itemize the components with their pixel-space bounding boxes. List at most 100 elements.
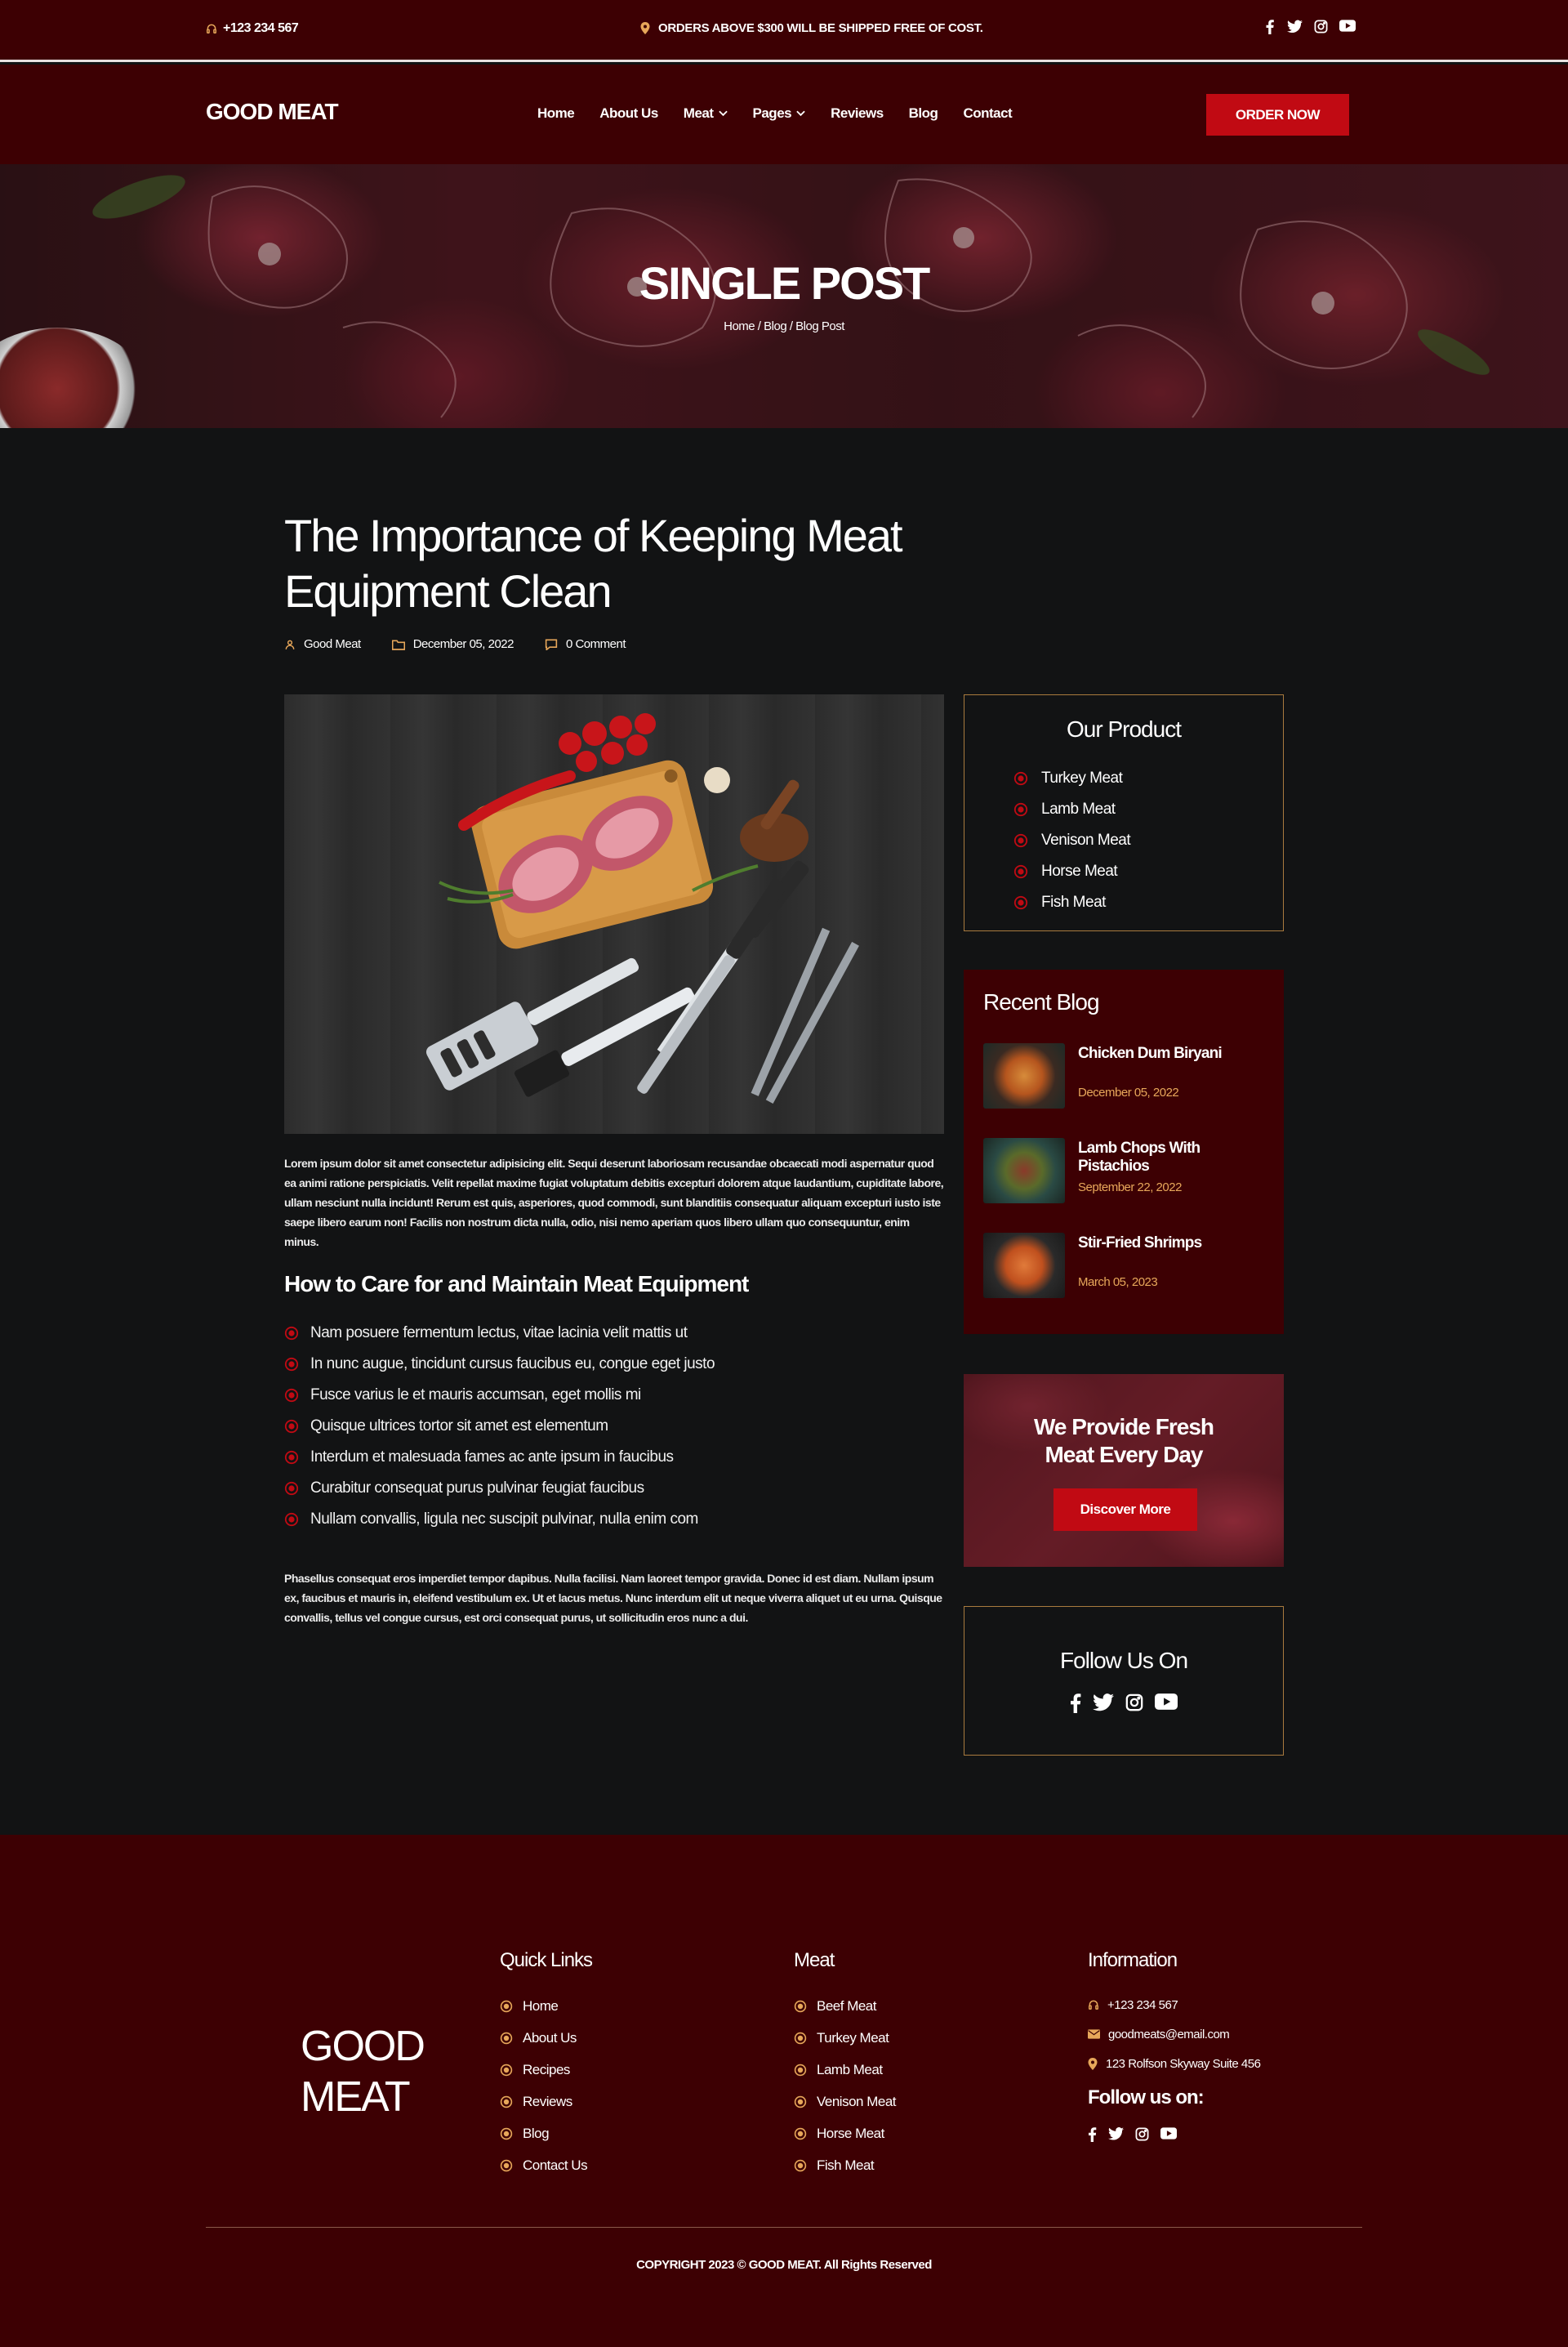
recent-blog-item[interactable]: Stir-Fried Shrimps March 05, 2023 bbox=[983, 1233, 1269, 1298]
post-subheading: How to Care for and Maintain Meat Equipm… bbox=[284, 1271, 749, 1296]
circle-dot-icon bbox=[794, 2064, 807, 2076]
post-meta: Good Meat December 05, 2022 0 Comment bbox=[284, 637, 626, 651]
footer-link-reviews[interactable]: Reviews bbox=[500, 2086, 592, 2117]
list-item-text: Nullam convallis, ligula nec suscipit pu… bbox=[310, 1510, 698, 1528]
footer-link-label: Recipes bbox=[523, 2061, 570, 2077]
product-list: Turkey Meat Lamb Meat Venison Meat Horse… bbox=[1013, 763, 1131, 918]
circle-dot-icon bbox=[284, 1326, 299, 1341]
topbar-phone-text: +123 234 567 bbox=[223, 21, 299, 35]
order-now-button[interactable]: ORDER NOW bbox=[1206, 94, 1349, 136]
nav-item-pages[interactable]: Pages bbox=[753, 105, 806, 122]
nav-item-home[interactable]: Home bbox=[537, 105, 575, 122]
promo-heading-line: We Provide Fresh bbox=[1033, 1414, 1214, 1439]
footer-link-fish[interactable]: Fish Meat bbox=[794, 2149, 896, 2181]
list-item: In nunc augue, tincidunt cursus faucibus… bbox=[284, 1349, 715, 1380]
instagram-icon[interactable] bbox=[1125, 1693, 1143, 1711]
footer-social-icons bbox=[1088, 2127, 1260, 2142]
recent-blog-thumbnail bbox=[983, 1138, 1065, 1203]
footer-link-horse[interactable]: Horse Meat bbox=[794, 2117, 896, 2149]
footer-link-home[interactable]: Home bbox=[500, 1990, 592, 2022]
product-link-label: Lamb Meat bbox=[1041, 801, 1116, 818]
footer-link-label: Venison Meat bbox=[817, 2093, 897, 2109]
twitter-icon[interactable] bbox=[1287, 20, 1303, 33]
youtube-icon[interactable] bbox=[1155, 1693, 1178, 1710]
product-link[interactable]: Turkey Meat bbox=[1013, 763, 1130, 794]
nav-item-reviews[interactable]: Reviews bbox=[831, 105, 884, 122]
footer-email[interactable]: goodmeats@email.com bbox=[1088, 2019, 1260, 2049]
nav-item-meat[interactable]: Meat bbox=[684, 105, 728, 122]
widget-title: Recent Blog bbox=[983, 989, 1100, 1015]
footer-link-contact[interactable]: Contact Us bbox=[500, 2149, 592, 2181]
footer-link-label: Reviews bbox=[523, 2093, 572, 2109]
footer-link-turkey[interactable]: Turkey Meat bbox=[794, 2022, 896, 2054]
breadcrumb[interactable]: Home / Blog / Blog Post bbox=[0, 319, 1568, 333]
recent-blog-thumbnail bbox=[983, 1043, 1065, 1109]
youtube-icon[interactable] bbox=[1160, 2127, 1177, 2140]
circle-dot-icon bbox=[794, 2032, 807, 2044]
recent-blog-item[interactable]: Chicken Dum Biryani December 05, 2022 bbox=[983, 1043, 1269, 1109]
twitter-icon[interactable] bbox=[1093, 1693, 1114, 1711]
footer-link-label: Home bbox=[523, 1997, 559, 2014]
facebook-icon[interactable] bbox=[1070, 1693, 1081, 1713]
footer-link-label: Lamb Meat bbox=[817, 2061, 883, 2077]
nav-item-label: Contact bbox=[963, 105, 1013, 121]
product-link[interactable]: Horse Meat bbox=[1013, 856, 1130, 887]
footer-link-beef[interactable]: Beef Meat bbox=[794, 1990, 896, 2022]
recent-blog-date: March 05, 2023 bbox=[1078, 1275, 1158, 1289]
footer-link-lamb[interactable]: Lamb Meat bbox=[794, 2054, 896, 2086]
post-author[interactable]: Good Meat bbox=[284, 637, 361, 651]
nav-item-label: Pages bbox=[752, 105, 792, 121]
folder-icon bbox=[391, 640, 405, 650]
footer-logo-line: GOOD bbox=[301, 2023, 425, 2070]
recent-blog-date: December 05, 2022 bbox=[1078, 1086, 1179, 1100]
footer-link-venison[interactable]: Venison Meat bbox=[794, 2086, 897, 2117]
footer-link-blog[interactable]: Blog bbox=[500, 2117, 592, 2149]
comment-icon bbox=[545, 638, 558, 650]
nav-item-label: About Us bbox=[599, 105, 658, 121]
footer-link-label: Beef Meat bbox=[817, 1997, 877, 2014]
footer-link-label: About Us bbox=[523, 2029, 577, 2046]
recent-blog-title: Lamb Chops With Pistachios bbox=[1078, 1140, 1200, 1175]
list-item-text: Interdum et malesuada fames ac ante ipsu… bbox=[310, 1448, 674, 1466]
post-comments-text: 0 Comment bbox=[565, 637, 626, 651]
nav-item-about[interactable]: About Us bbox=[599, 105, 658, 122]
site-logo[interactable]: GOOD MEAT bbox=[206, 99, 339, 125]
footer-link-about[interactable]: About Us bbox=[500, 2022, 592, 2054]
list-item: Quisque ultrices tortor sit amet est ele… bbox=[284, 1411, 715, 1442]
list-item: Interdum et malesuada fames ac ante ipsu… bbox=[284, 1442, 715, 1473]
footer-logo[interactable]: GOOD MEAT bbox=[301, 2021, 425, 2122]
post-comments[interactable]: 0 Comment bbox=[545, 637, 626, 651]
care-list: Nam posuere fermentum lectus, vitae laci… bbox=[284, 1318, 715, 1535]
widget-title: Our Product bbox=[1067, 716, 1182, 742]
circle-dot-icon bbox=[794, 2159, 807, 2171]
footer-link-label: Contact Us bbox=[523, 2157, 588, 2173]
promo-widget: We Provide Fresh Meat Every Day Discover… bbox=[964, 1374, 1284, 1567]
facebook-icon[interactable] bbox=[1264, 20, 1276, 34]
post-paragraph: Lorem ipsum dolor sit amet consectetur a… bbox=[284, 1157, 944, 1248]
headset-icon bbox=[1089, 2000, 1098, 2010]
youtube-icon[interactable] bbox=[1339, 20, 1356, 32]
page-title: SINGLE POST bbox=[639, 257, 931, 309]
list-item: Nullam convallis, ligula nec suscipit pu… bbox=[284, 1504, 715, 1535]
recent-blog-widget: Recent Blog Chicken Dum Biryani December… bbox=[964, 970, 1284, 1334]
footer-link-label: Horse Meat bbox=[817, 2125, 884, 2141]
circle-dot-icon bbox=[1013, 895, 1028, 910]
nav-item-contact[interactable]: Contact bbox=[963, 105, 1012, 122]
footer-divider bbox=[206, 2227, 1362, 2228]
nav-item-blog[interactable]: Blog bbox=[909, 105, 938, 122]
footer-link-recipes[interactable]: Recipes bbox=[500, 2054, 592, 2086]
topbar-phone[interactable]: +123 234 567 bbox=[206, 21, 299, 36]
page-hero: SINGLE POST Home / Blog / Blog Post bbox=[0, 164, 1568, 428]
product-link[interactable]: Fish Meat bbox=[1013, 887, 1130, 918]
recent-blog-item[interactable]: Lamb Chops With Pistachios September 22,… bbox=[983, 1138, 1269, 1203]
facebook-icon[interactable] bbox=[1088, 2127, 1097, 2142]
chevron-down-icon bbox=[718, 110, 728, 117]
footer-column-title: Information bbox=[1088, 1949, 1178, 1971]
product-link[interactable]: Venison Meat bbox=[1013, 825, 1131, 856]
instagram-icon[interactable] bbox=[1135, 2127, 1149, 2141]
instagram-icon[interactable] bbox=[1314, 20, 1328, 33]
footer-phone[interactable]: +123 234 567 bbox=[1088, 1990, 1260, 2019]
discover-more-button[interactable]: Discover More bbox=[1054, 1488, 1197, 1531]
product-link[interactable]: Lamb Meat bbox=[1013, 794, 1130, 825]
twitter-icon[interactable] bbox=[1108, 2127, 1124, 2140]
